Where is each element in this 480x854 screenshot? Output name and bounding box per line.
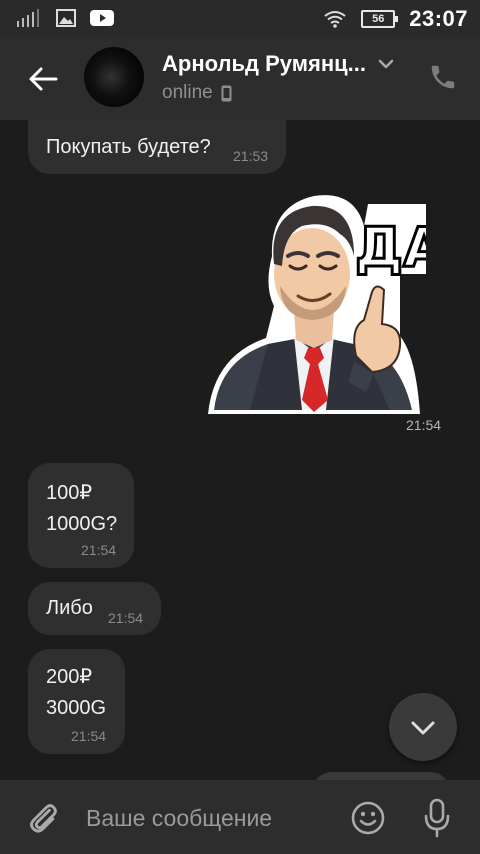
message-time: 21:54 [71, 728, 107, 744]
message-time: 21:54 [81, 542, 117, 558]
youtube-icon [90, 10, 114, 26]
phone-icon[interactable] [428, 62, 458, 92]
status-time: 23:07 [409, 6, 468, 31]
wifi-icon [324, 11, 346, 28]
contact-title[interactable]: Арнольд Румянц... [162, 51, 394, 77]
message-time: 21:54 [108, 610, 144, 626]
gallery-icon [56, 9, 76, 27]
back-arrow-icon[interactable] [26, 62, 60, 96]
attach-icon[interactable] [26, 800, 60, 836]
mobile-device-icon [221, 85, 232, 101]
message-line: 200₽ [46, 666, 93, 688]
message-text: Либо [46, 597, 93, 619]
scroll-down-button[interactable] [389, 693, 457, 761]
message-bubble[interactable]: 100₽ 1000G? 21:54 [28, 463, 134, 568]
chevron-down-icon [411, 721, 435, 735]
signal-icon [17, 9, 39, 27]
message-bubble[interactable]: Либо 21:54 [28, 582, 161, 635]
contact-status: online [162, 82, 213, 103]
chat-header: Арнольд Румянц... online [0, 38, 480, 120]
message-bubble[interactable]: Покупать будете? 21:53 [28, 120, 286, 174]
message-input[interactable] [86, 800, 326, 836]
battery-icon: 56 [361, 10, 399, 28]
sticker-time: 21:54 [406, 417, 442, 433]
status-bar: 56 23:07 [0, 0, 480, 38]
avatar[interactable] [84, 47, 144, 107]
message-text: Покупать будете? [46, 136, 211, 158]
contact-name[interactable]: Арнольд Румянц... [162, 51, 366, 77]
message-text: 100₽ 1000G? [46, 478, 117, 540]
sticker-businessman[interactable]: ДА [204, 186, 426, 428]
message-line: 3000G [46, 697, 107, 719]
emoji-icon[interactable] [350, 800, 386, 836]
message-text: 200₽ 3000G [46, 662, 106, 724]
chevron-down-icon[interactable] [378, 59, 394, 69]
message-time: 21:53 [233, 148, 269, 164]
message-line: 1000G? [46, 513, 118, 535]
microphone-icon[interactable] [422, 798, 452, 838]
message-input-bar [0, 780, 480, 854]
message-line: 100₽ [46, 482, 93, 504]
message-bubble[interactable]: 200₽ 3000G 21:54 [28, 649, 125, 754]
sticker-caption: ДА [355, 216, 426, 279]
